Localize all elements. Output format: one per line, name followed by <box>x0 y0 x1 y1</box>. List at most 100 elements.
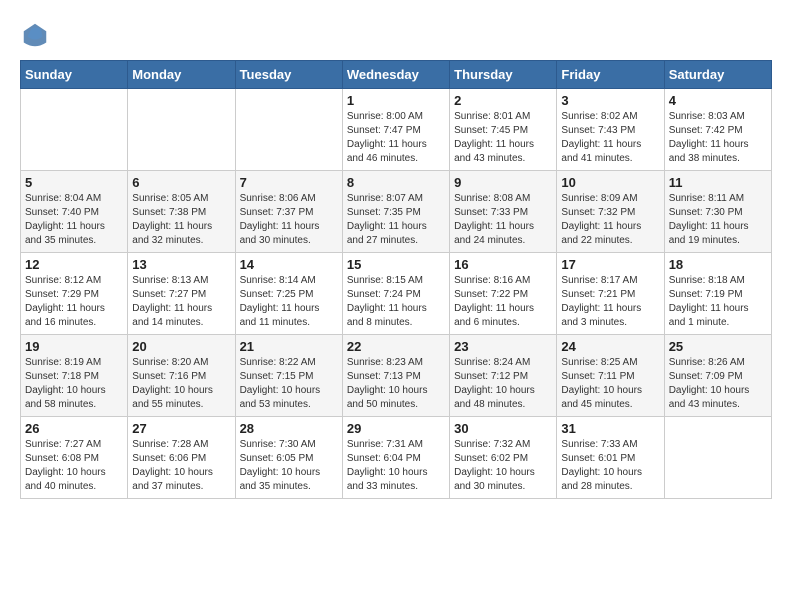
day-info: Sunrise: 8:08 AM Sunset: 7:33 PM Dayligh… <box>454 192 552 248</box>
day-info: Sunrise: 7:31 AM Sunset: 6:04 PM Dayligh… <box>347 438 445 494</box>
weekday-header-row: SundayMondayTuesdayWednesdayThursdayFrid… <box>21 61 772 89</box>
weekday-header: Wednesday <box>342 61 449 89</box>
calendar-cell <box>664 417 771 499</box>
day-number: 7 <box>240 175 338 190</box>
weekday-header: Friday <box>557 61 664 89</box>
day-number: 15 <box>347 257 445 272</box>
calendar-cell: 25Sunrise: 8:26 AM Sunset: 7:09 PM Dayli… <box>664 335 771 417</box>
day-info: Sunrise: 8:07 AM Sunset: 7:35 PM Dayligh… <box>347 192 445 248</box>
day-info: Sunrise: 8:25 AM Sunset: 7:11 PM Dayligh… <box>561 356 659 412</box>
calendar-cell: 27Sunrise: 7:28 AM Sunset: 6:06 PM Dayli… <box>128 417 235 499</box>
calendar-cell: 21 Sunrise: 8:22 AM Sunset: 7:15 PM Dayli… <box>235 335 342 417</box>
day-number: 10 <box>561 175 659 190</box>
calendar-cell: 1Sunrise: 8:00 AM Sunset: 7:47 PM Daylig… <box>342 89 449 171</box>
day-number: 12 <box>25 257 123 272</box>
calendar-cell <box>235 89 342 171</box>
weekday-header: Monday <box>128 61 235 89</box>
day-info: Sunrise: 8:05 AM Sunset: 7:38 PM Dayligh… <box>132 192 230 248</box>
day-number: 4 <box>669 93 767 108</box>
calendar-cell: 30 Sunrise: 7:32 AM Sunset: 6:02 PM Dayli… <box>450 417 557 499</box>
calendar-cell: 3Sunrise: 8:02 AM Sunset: 7:43 PM Daylig… <box>557 89 664 171</box>
calendar-cell: 14 Sunrise: 8:14 AM Sunset: 7:25 PM Dayli… <box>235 253 342 335</box>
calendar-week-row: 1Sunrise: 8:00 AM Sunset: 7:47 PM Daylig… <box>21 89 772 171</box>
day-number: 17 <box>561 257 659 272</box>
day-info: Sunrise: 7:33 AM Sunset: 6:01 PM Dayligh… <box>561 438 659 494</box>
calendar-cell: 20 Sunrise: 8:20 AM Sunset: 7:16 PM Dayli… <box>128 335 235 417</box>
calendar-cell: 24Sunrise: 8:25 AM Sunset: 7:11 PM Dayli… <box>557 335 664 417</box>
calendar-week-row: 12 Sunrise: 8:12 AM Sunset: 7:29 PM Dayli… <box>21 253 772 335</box>
day-number: 6 <box>132 175 230 190</box>
day-info: Sunrise: 8:13 AM Sunset: 7:27 PM Dayligh… <box>132 274 230 330</box>
calendar-cell: 4 Sunrise: 8:03 AM Sunset: 7:42 PM Daylig… <box>664 89 771 171</box>
day-number: 26 <box>25 421 123 436</box>
calendar-cell <box>128 89 235 171</box>
calendar-cell: 22 Sunrise: 8:23 AM Sunset: 7:13 PM Dayli… <box>342 335 449 417</box>
day-number: 29 <box>347 421 445 436</box>
day-info: Sunrise: 8:15 AM Sunset: 7:24 PM Dayligh… <box>347 274 445 330</box>
calendar-cell: 7 Sunrise: 8:06 AM Sunset: 7:37 PM Daylig… <box>235 171 342 253</box>
day-number: 27 <box>132 421 230 436</box>
weekday-header: Sunday <box>21 61 128 89</box>
day-info: Sunrise: 8:18 AM Sunset: 7:19 PM Dayligh… <box>669 274 767 330</box>
day-info: Sunrise: 8:06 AM Sunset: 7:37 PM Dayligh… <box>240 192 338 248</box>
weekday-header: Saturday <box>664 61 771 89</box>
day-info: Sunrise: 8:26 AM Sunset: 7:09 PM Dayligh… <box>669 356 767 412</box>
day-info: Sunrise: 7:27 AM Sunset: 6:08 PM Dayligh… <box>25 438 123 494</box>
day-number: 20 <box>132 339 230 354</box>
day-number: 13 <box>132 257 230 272</box>
day-number: 9 <box>454 175 552 190</box>
day-info: Sunrise: 8:01 AM Sunset: 7:45 PM Dayligh… <box>454 110 552 166</box>
calendar-cell: 6 Sunrise: 8:05 AM Sunset: 7:38 PM Daylig… <box>128 171 235 253</box>
day-number: 30 <box>454 421 552 436</box>
calendar-cell: 29 Sunrise: 7:31 AM Sunset: 6:04 PM Dayli… <box>342 417 449 499</box>
day-info: Sunrise: 8:04 AM Sunset: 7:40 PM Dayligh… <box>25 192 123 248</box>
calendar-cell: 13 Sunrise: 8:13 AM Sunset: 7:27 PM Dayli… <box>128 253 235 335</box>
calendar-cell: 2Sunrise: 8:01 AM Sunset: 7:45 PM Daylig… <box>450 89 557 171</box>
day-number: 8 <box>347 175 445 190</box>
calendar-cell <box>21 89 128 171</box>
calendar-week-row: 5 Sunrise: 8:04 AM Sunset: 7:40 PM Daylig… <box>21 171 772 253</box>
day-info: Sunrise: 8:14 AM Sunset: 7:25 PM Dayligh… <box>240 274 338 330</box>
day-number: 14 <box>240 257 338 272</box>
day-info: Sunrise: 8:19 AM Sunset: 7:18 PM Dayligh… <box>25 356 123 412</box>
day-info: Sunrise: 8:11 AM Sunset: 7:30 PM Dayligh… <box>669 192 767 248</box>
calendar-cell: 18 Sunrise: 8:18 AM Sunset: 7:19 PM Dayli… <box>664 253 771 335</box>
day-info: Sunrise: 8:09 AM Sunset: 7:32 PM Dayligh… <box>561 192 659 248</box>
calendar-cell: 31 Sunrise: 7:33 AM Sunset: 6:01 PM Dayli… <box>557 417 664 499</box>
calendar-cell: 23 Sunrise: 8:24 AM Sunset: 7:12 PM Dayli… <box>450 335 557 417</box>
day-number: 21 <box>240 339 338 354</box>
calendar-cell: 17 Sunrise: 8:17 AM Sunset: 7:21 PM Dayli… <box>557 253 664 335</box>
calendar-cell: 11Sunrise: 8:11 AM Sunset: 7:30 PM Dayli… <box>664 171 771 253</box>
day-number: 19 <box>25 339 123 354</box>
calendar-table: SundayMondayTuesdayWednesdayThursdayFrid… <box>20 60 772 499</box>
day-number: 5 <box>25 175 123 190</box>
day-number: 1 <box>347 93 445 108</box>
day-info: Sunrise: 8:16 AM Sunset: 7:22 PM Dayligh… <box>454 274 552 330</box>
calendar-week-row: 19 Sunrise: 8:19 AM Sunset: 7:18 PM Dayli… <box>21 335 772 417</box>
calendar-cell: 26 Sunrise: 7:27 AM Sunset: 6:08 PM Dayli… <box>21 417 128 499</box>
day-number: 18 <box>669 257 767 272</box>
calendar-cell: 10 Sunrise: 8:09 AM Sunset: 7:32 PM Dayli… <box>557 171 664 253</box>
day-info: Sunrise: 8:12 AM Sunset: 7:29 PM Dayligh… <box>25 274 123 330</box>
day-info: Sunrise: 8:22 AM Sunset: 7:15 PM Dayligh… <box>240 356 338 412</box>
logo-icon <box>20 20 50 50</box>
day-number: 22 <box>347 339 445 354</box>
day-info: Sunrise: 8:23 AM Sunset: 7:13 PM Dayligh… <box>347 356 445 412</box>
day-info: Sunrise: 8:17 AM Sunset: 7:21 PM Dayligh… <box>561 274 659 330</box>
day-number: 31 <box>561 421 659 436</box>
day-info: Sunrise: 7:32 AM Sunset: 6:02 PM Dayligh… <box>454 438 552 494</box>
calendar-cell: 28Sunrise: 7:30 AM Sunset: 6:05 PM Dayli… <box>235 417 342 499</box>
calendar-cell: 19 Sunrise: 8:19 AM Sunset: 7:18 PM Dayli… <box>21 335 128 417</box>
calendar-cell: 5 Sunrise: 8:04 AM Sunset: 7:40 PM Daylig… <box>21 171 128 253</box>
calendar-cell: 12 Sunrise: 8:12 AM Sunset: 7:29 PM Dayli… <box>21 253 128 335</box>
calendar-cell: 8 Sunrise: 8:07 AM Sunset: 7:35 PM Daylig… <box>342 171 449 253</box>
weekday-header: Thursday <box>450 61 557 89</box>
day-info: Sunrise: 8:20 AM Sunset: 7:16 PM Dayligh… <box>132 356 230 412</box>
day-info: Sunrise: 8:24 AM Sunset: 7:12 PM Dayligh… <box>454 356 552 412</box>
day-number: 16 <box>454 257 552 272</box>
calendar-week-row: 26 Sunrise: 7:27 AM Sunset: 6:08 PM Dayli… <box>21 417 772 499</box>
day-number: 23 <box>454 339 552 354</box>
day-info: Sunrise: 8:03 AM Sunset: 7:42 PM Dayligh… <box>669 110 767 166</box>
calendar-cell: 15 Sunrise: 8:15 AM Sunset: 7:24 PM Dayli… <box>342 253 449 335</box>
page-header <box>20 20 772 50</box>
